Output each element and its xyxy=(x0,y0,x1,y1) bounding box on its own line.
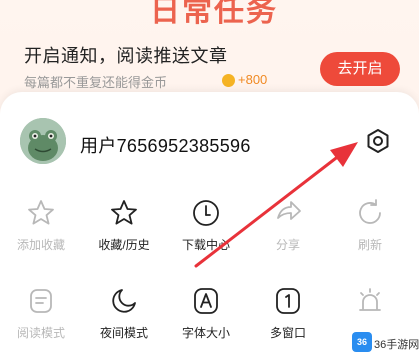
task-reward: +800 xyxy=(238,72,268,87)
watermark: 36 36手游网 xyxy=(352,328,419,358)
menu-add-favorite-label: 添加收藏 xyxy=(16,238,65,252)
menu-favorites-history[interactable]: 收藏/历史 xyxy=(86,198,162,268)
menu-multi-window-label: 多窗口 xyxy=(269,326,306,340)
reader-mode-icon xyxy=(30,289,52,313)
download-clock-icon xyxy=(193,200,219,226)
moon-icon xyxy=(112,289,136,313)
menu-reader-mode-label: 阅读模式 xyxy=(16,326,65,340)
avatar[interactable] xyxy=(20,118,66,164)
share-icon xyxy=(277,201,301,220)
menu-share-label: 分享 xyxy=(275,238,300,252)
menu-font-size[interactable]: 字体大小 xyxy=(168,286,244,356)
menu-refresh-label: 刷新 xyxy=(357,238,382,252)
task-row-title: 开启通知，阅读推送文章 xyxy=(24,46,228,66)
star-outline-icon xyxy=(28,200,54,225)
watermark-badge: 36 xyxy=(352,332,372,352)
menu-reader-mode[interactable]: 阅读模式 xyxy=(3,286,79,356)
watermark-text: 36手游网 xyxy=(374,339,419,351)
enable-notification-button[interactable]: 去开启 xyxy=(320,52,400,86)
menu-night-mode[interactable]: 夜间模式 xyxy=(86,286,162,356)
task-page-title: 日常任务 xyxy=(150,0,278,28)
menu-download-center-label: 下载中心 xyxy=(181,238,230,252)
star-outline-icon xyxy=(111,200,137,225)
task-row-subtitle: 每篇都不重复还能得金币 xyxy=(24,75,168,90)
menu-favorites-history-label: 收藏/历史 xyxy=(98,238,150,252)
menu-download-center[interactable]: 下载中心 xyxy=(168,198,244,268)
menu-sheet: 用户7656952385596 添加收藏 收藏/历史 下载中心 分享 刷新 阅读… xyxy=(0,92,419,363)
menu-font-size-label: 字体大小 xyxy=(181,326,230,340)
coin-icon xyxy=(222,74,235,87)
menu-multi-window[interactable]: 多窗口 xyxy=(250,286,326,356)
username[interactable]: 用户7656952385596 xyxy=(80,132,251,158)
menu-refresh[interactable]: 刷新 xyxy=(332,198,408,268)
refresh-icon xyxy=(359,199,381,224)
settings-gear-icon[interactable] xyxy=(365,128,391,154)
menu-add-favorite[interactable]: 添加收藏 xyxy=(3,198,79,268)
menu-share[interactable]: 分享 xyxy=(250,198,326,268)
font-size-icon xyxy=(194,288,218,314)
menu-night-mode-label: 夜间模式 xyxy=(99,326,148,340)
multi-window-icon xyxy=(276,288,300,314)
alarm-icon xyxy=(359,288,381,311)
